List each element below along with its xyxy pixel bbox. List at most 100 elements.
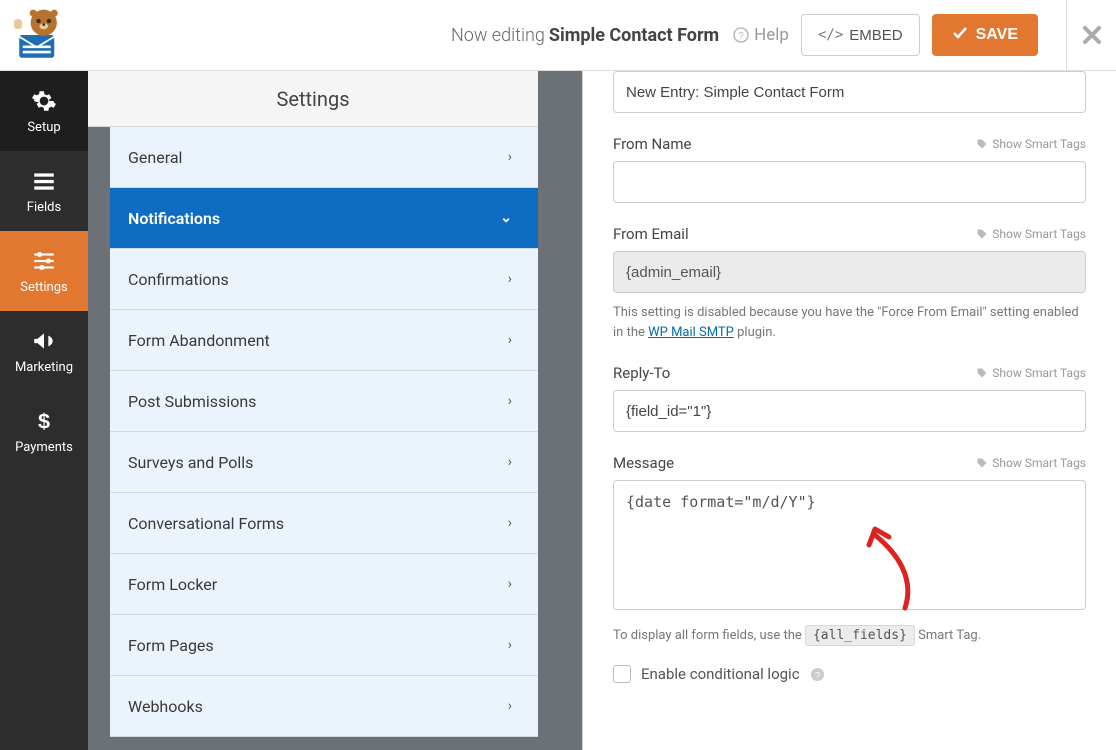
chevron-down-icon: ⌄ <box>500 210 512 226</box>
embed-button[interactable]: </> EMBED <box>801 14 920 56</box>
settings-item-surveys-polls[interactable]: Surveys and Polls › <box>110 432 538 493</box>
settings-item-label: Surveys and Polls <box>128 453 253 472</box>
tag-icon <box>976 457 988 469</box>
form-name: Simple Contact Form <box>549 25 719 46</box>
nav-fields-label: Fields <box>27 200 61 215</box>
conditional-logic-row: Enable conditional logic ? <box>613 665 1086 683</box>
settings-subpanel: Settings General › Notifications ⌄ Confi… <box>88 71 538 750</box>
nav-settings-label: Settings <box>20 280 67 295</box>
tag-icon <box>976 138 988 150</box>
close-button[interactable] <box>1066 0 1116 71</box>
settings-item-label: General <box>128 148 182 167</box>
help-link[interactable]: ? Help <box>733 25 789 45</box>
save-label: SAVE <box>976 26 1018 44</box>
app-logo <box>0 0 84 71</box>
nav-settings[interactable]: Settings <box>0 231 88 311</box>
toolbar-title-area: Now editing Simple Contact Form ? Help <… <box>84 14 1052 56</box>
smart-tags-label: Show Smart Tags <box>992 456 1086 470</box>
settings-item-label: Webhooks <box>128 697 203 716</box>
settings-item-label: Form Abandonment <box>128 331 270 350</box>
conditional-logic-label: Enable conditional logic <box>641 665 800 683</box>
conditional-logic-checkbox[interactable] <box>613 665 631 683</box>
from-email-group: From Email Show Smart Tags This setting … <box>613 225 1086 342</box>
help-icon: ? <box>733 27 749 43</box>
gear-icon <box>31 88 57 114</box>
bullhorn-icon <box>31 328 57 354</box>
panel-gutter <box>538 71 582 750</box>
svg-text:$: $ <box>38 408 50 433</box>
note-text: Smart Tag. <box>918 628 981 643</box>
message-textarea[interactable] <box>613 480 1086 610</box>
chevron-right-icon: › <box>508 698 512 714</box>
list-icon <box>31 168 57 194</box>
chevron-right-icon: › <box>508 515 512 531</box>
chevron-right-icon: › <box>508 576 512 592</box>
builder-nav: Setup Fields Settings Marketing $ Paymen… <box>0 71 88 750</box>
settings-item-form-pages[interactable]: Form Pages › <box>110 615 538 676</box>
settings-item-label: Conversational Forms <box>128 514 284 533</box>
embed-label: EMBED <box>849 27 902 44</box>
chevron-right-icon: › <box>508 149 512 165</box>
note-text: plugin. <box>734 325 776 340</box>
wp-mail-smtp-link[interactable]: WP Mail SMTP <box>648 325 734 340</box>
chevron-right-icon: › <box>508 637 512 653</box>
all-fields-chip: {all_fields} <box>805 625 915 646</box>
message-group: Message Show Smart Tags To display all f… <box>613 454 1086 643</box>
settings-item-conversational[interactable]: Conversational Forms › <box>110 493 538 554</box>
from-email-note: This setting is disabled because you hav… <box>613 303 1086 342</box>
settings-item-label: Form Pages <box>128 636 214 655</box>
nav-setup[interactable]: Setup <box>0 71 88 151</box>
check-icon <box>952 25 968 46</box>
smart-tags-label: Show Smart Tags <box>992 366 1086 380</box>
editing-prefix: Now editing <box>451 25 545 46</box>
panel-title: Settings <box>88 71 538 127</box>
code-icon: </> <box>818 27 843 43</box>
nav-marketing[interactable]: Marketing <box>0 311 88 391</box>
smart-tags-toggle[interactable]: Show Smart Tags <box>976 227 1086 241</box>
settings-list: General › Notifications ⌄ Confirmations … <box>110 127 538 737</box>
close-icon <box>1082 25 1102 45</box>
chevron-right-icon: › <box>508 393 512 409</box>
smart-tags-toggle[interactable]: Show Smart Tags <box>976 456 1086 470</box>
svg-text:?: ? <box>814 670 819 680</box>
tag-icon <box>976 228 988 240</box>
reply-to-input[interactable] <box>613 390 1086 432</box>
settings-item-general[interactable]: General › <box>110 127 538 188</box>
settings-item-confirmations[interactable]: Confirmations › <box>110 249 538 310</box>
from-name-label: From Name <box>613 135 691 153</box>
nav-spacer <box>0 471 88 750</box>
settings-item-label: Confirmations <box>128 270 229 289</box>
main-layout: Setup Fields Settings Marketing $ Paymen… <box>0 71 1116 750</box>
dollar-icon: $ <box>31 408 57 434</box>
smart-tags-toggle[interactable]: Show Smart Tags <box>976 137 1086 151</box>
sliders-icon <box>31 248 57 274</box>
settings-item-form-abandonment[interactable]: Form Abandonment › <box>110 310 538 371</box>
toolbar: Now editing Simple Contact Form ? Help <… <box>0 0 1116 71</box>
settings-item-post-submissions[interactable]: Post Submissions › <box>110 371 538 432</box>
help-icon[interactable]: ? <box>810 667 825 682</box>
note-text: To display all form fields, use the <box>613 628 805 643</box>
save-button[interactable]: SAVE <box>932 14 1038 56</box>
chevron-right-icon: › <box>508 454 512 470</box>
help-label: Help <box>754 25 789 45</box>
notification-form-pane: From Name Show Smart Tags From Email Sho… <box>582 71 1116 750</box>
settings-item-label: Notifications <box>128 209 220 228</box>
nav-marketing-label: Marketing <box>15 360 73 375</box>
chevron-right-icon: › <box>508 332 512 348</box>
reply-to-label: Reply-To <box>613 364 670 382</box>
settings-item-label: Form Locker <box>128 575 217 594</box>
smart-tags-label: Show Smart Tags <box>992 137 1086 151</box>
settings-item-webhooks[interactable]: Webhooks › <box>110 676 538 737</box>
smart-tags-toggle[interactable]: Show Smart Tags <box>976 366 1086 380</box>
nav-fields[interactable]: Fields <box>0 151 88 231</box>
from-name-input[interactable] <box>613 161 1086 203</box>
message-footer-note: To display all form fields, use the {all… <box>613 628 1086 643</box>
chevron-right-icon: › <box>508 271 512 287</box>
svg-text:?: ? <box>738 31 744 42</box>
reply-to-group: Reply-To Show Smart Tags <box>613 364 1086 432</box>
nav-payments[interactable]: $ Payments <box>0 391 88 471</box>
settings-item-form-locker[interactable]: Form Locker › <box>110 554 538 615</box>
settings-item-notifications[interactable]: Notifications ⌄ <box>110 188 538 249</box>
tag-icon <box>976 367 988 379</box>
entry-name-input[interactable] <box>613 71 1086 113</box>
